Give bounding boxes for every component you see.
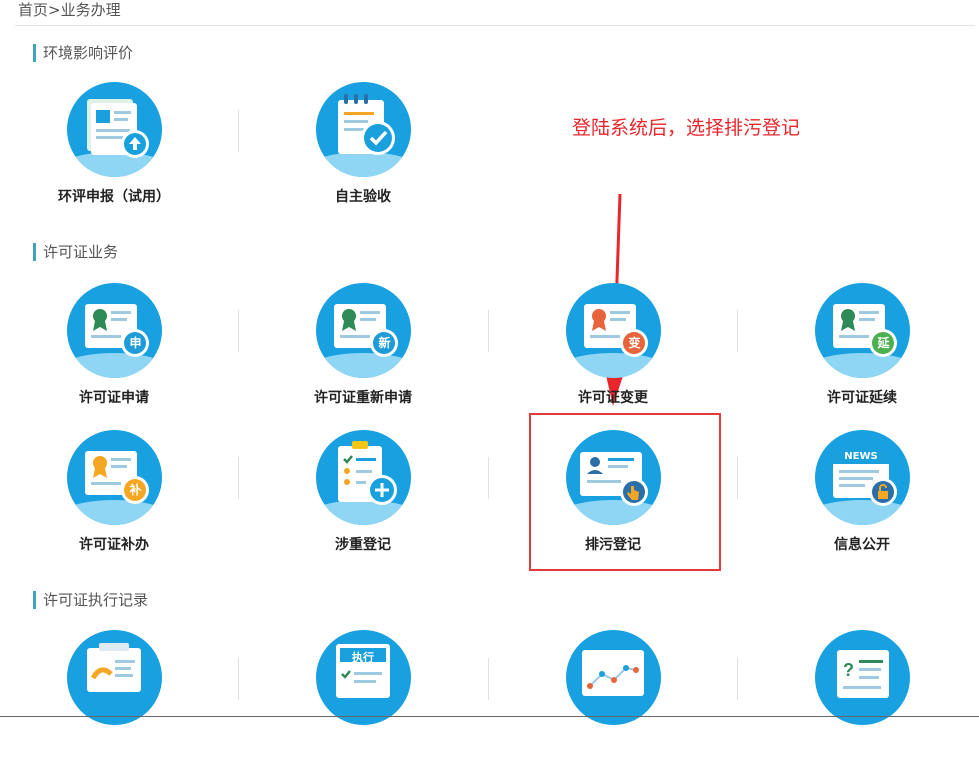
tile-divider xyxy=(238,658,239,700)
certificate-change-icon: 变 xyxy=(566,283,661,378)
annotation-text: 登陆系统后，选择排污登记 xyxy=(572,117,801,139)
top-divider xyxy=(15,25,975,26)
tile-label: 许可证延续 xyxy=(827,390,897,406)
tile-divider xyxy=(238,457,239,499)
highlight-box xyxy=(529,413,721,571)
tile-divider xyxy=(737,658,738,700)
tile-divider xyxy=(737,457,738,499)
svg-text:?: ? xyxy=(843,660,854,680)
badge-text: 变 xyxy=(628,336,641,350)
tile-eia-report[interactable]: 环评申报（试用） xyxy=(14,82,214,212)
section-title-eia: 环境影响评价 xyxy=(33,44,133,62)
tile-record-4[interactable]: ? xyxy=(762,630,962,760)
tile-record-2[interactable]: 执行 xyxy=(263,630,463,760)
line-chart-icon xyxy=(566,630,661,725)
badge-text: 延 xyxy=(877,336,890,350)
tile-permit-reissue[interactable]: 补 许可证补办 xyxy=(14,430,214,560)
tile-label: 环评申报（试用） xyxy=(58,189,170,205)
tile-divider xyxy=(488,457,489,499)
certificate-apply-icon: 申 xyxy=(67,283,162,378)
tile-divider xyxy=(238,310,239,352)
badge-text: 新 xyxy=(378,336,391,350)
execution-form-icon: 执行 xyxy=(316,630,411,725)
breadcrumb-home-link[interactable]: 首页 xyxy=(18,1,48,19)
tile-permit-extend[interactable]: 延 许可证延续 xyxy=(762,283,962,413)
tile-divider xyxy=(488,658,489,700)
tile-info-public[interactable]: NEWS 信息公开 xyxy=(762,430,962,560)
tile-label: 许可证申请 xyxy=(79,390,149,406)
certificate-new-icon: 新 xyxy=(316,283,411,378)
tile-label: 自主验收 xyxy=(335,189,391,205)
breadcrumb: 首页>业务办理 xyxy=(18,0,121,24)
bottom-border xyxy=(0,716,979,717)
tile-record-1[interactable] xyxy=(14,630,214,760)
section-title-permit: 许可证业务 xyxy=(33,243,118,261)
tile-label: 许可证重新申请 xyxy=(314,390,412,406)
news-lock-icon: NEWS xyxy=(815,430,910,525)
document-upload-icon xyxy=(67,82,162,177)
clipboard-check-icon xyxy=(316,82,411,177)
badge-text: 申 xyxy=(129,336,142,350)
certificate-extend-icon: 延 xyxy=(815,283,910,378)
checklist-add-icon xyxy=(316,430,411,525)
tile-record-3[interactable] xyxy=(513,630,713,760)
tile-permit-change[interactable]: 变 许可证变更 xyxy=(513,283,713,413)
tile-permit-apply[interactable]: 申 许可证申请 xyxy=(14,283,214,413)
tile-permit-reapply[interactable]: 新 许可证重新申请 xyxy=(263,283,463,413)
breadcrumb-separator: > xyxy=(48,1,61,19)
tile-divider xyxy=(737,310,738,352)
news-text: NEWS xyxy=(844,451,878,462)
tile-label: 涉重登记 xyxy=(335,537,391,553)
tile-label: 信息公开 xyxy=(834,537,890,553)
question-list-icon: ? xyxy=(815,630,910,725)
tile-self-acceptance[interactable]: 自主验收 xyxy=(263,82,463,212)
certificate-reissue-icon: 补 xyxy=(67,430,162,525)
tile-divider xyxy=(488,310,489,352)
tile-label: 许可证变更 xyxy=(578,390,648,406)
badge-text: 补 xyxy=(129,483,142,497)
tile-key-registration[interactable]: 涉重登记 xyxy=(263,430,463,560)
report-chart-icon xyxy=(67,630,162,725)
section-title-records: 许可证执行记录 xyxy=(33,591,148,609)
icon-text: 执行 xyxy=(352,651,374,664)
tile-divider xyxy=(238,110,239,152)
breadcrumb-current: 业务办理 xyxy=(60,1,121,19)
tile-label: 许可证补办 xyxy=(79,537,149,553)
